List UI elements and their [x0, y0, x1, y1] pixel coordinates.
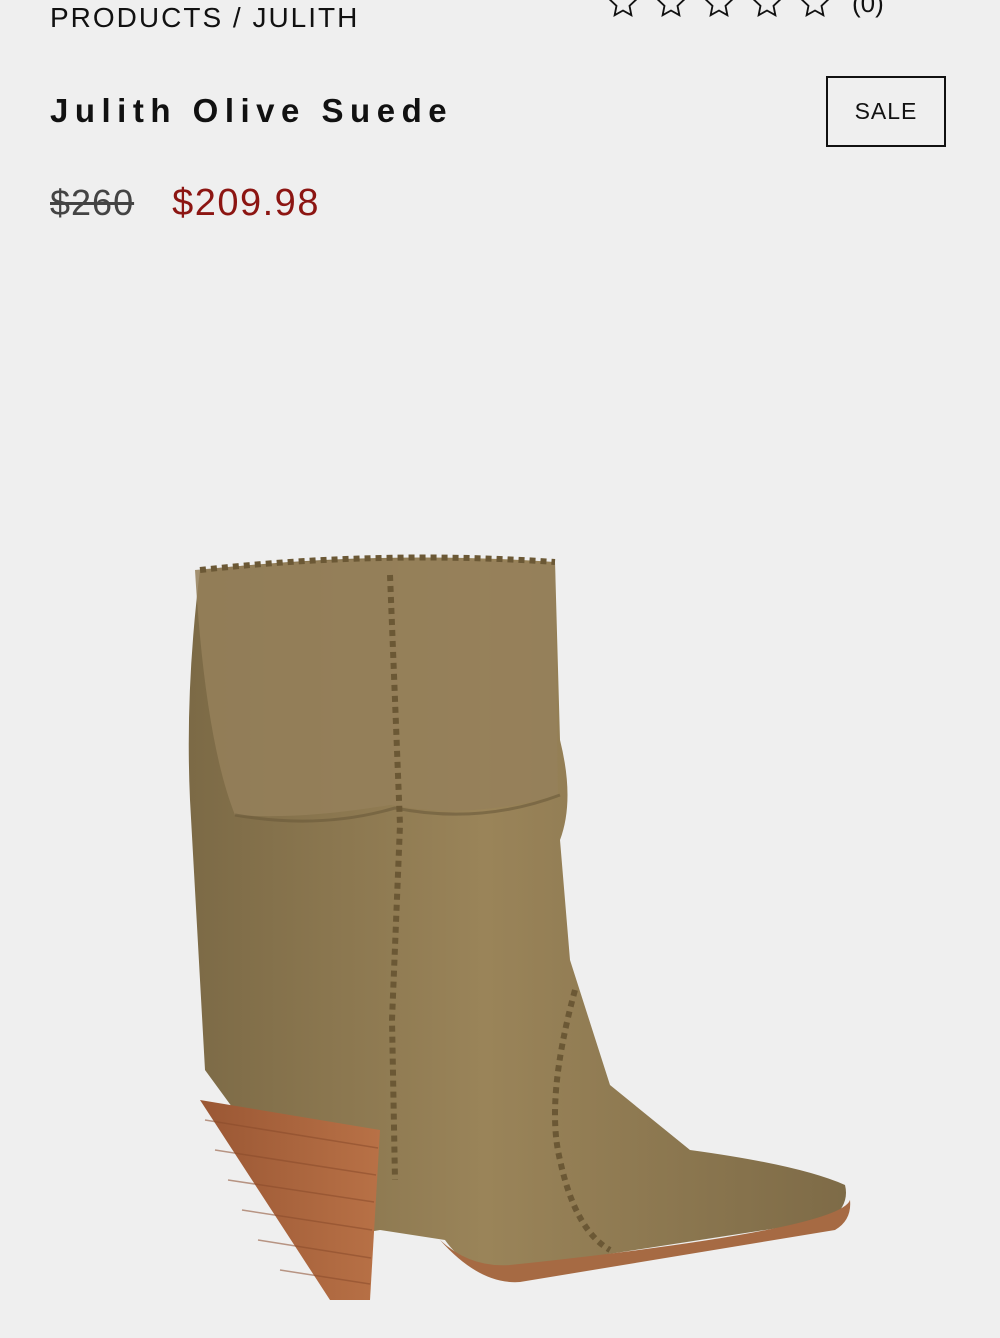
star-outline-icon — [654, 0, 688, 20]
rating-stars[interactable]: (0) — [606, 0, 884, 20]
breadcrumb[interactable]: PRODUCTS / JULITH — [50, 0, 359, 36]
sale-badge: SALE — [826, 76, 946, 147]
star-outline-icon — [798, 0, 832, 20]
star-outline-icon — [606, 0, 640, 20]
boot-illustration — [188, 554, 851, 1300]
review-count[interactable]: (0) — [852, 0, 884, 19]
star-outline-icon — [750, 0, 784, 20]
original-price: $260 — [50, 182, 135, 223]
product-image[interactable] — [0, 540, 1000, 1333]
star-outline-icon — [702, 0, 736, 20]
sale-price: $209.98 — [172, 182, 320, 224]
product-title: Julith Olive Suede — [50, 92, 454, 129]
price-row: $260 $209.98 — [50, 182, 320, 225]
